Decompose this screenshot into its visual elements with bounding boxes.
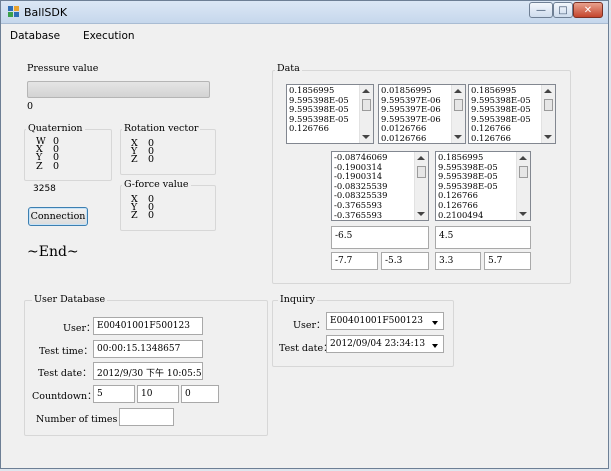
- inquiry-user-select[interactable]: E00401001F500123: [326, 312, 444, 330]
- test-date-label: Test date：: [38, 368, 92, 379]
- countdown-field-2[interactable]: 10: [137, 385, 179, 403]
- scroll-down-icon[interactable]: [454, 135, 462, 139]
- data-small-field-2[interactable]: -5.3: [381, 252, 429, 270]
- pressure-progress-bar: [27, 81, 210, 98]
- inquiry-title: Inquiry: [278, 294, 318, 305]
- rotation-values: 0 0 0: [148, 139, 155, 166]
- data-field-right[interactable]: 4.5: [435, 226, 531, 249]
- scroll-up-icon[interactable]: [519, 156, 527, 160]
- quaternion-axes: W X Y Z: [36, 137, 46, 172]
- scroll-thumb[interactable]: [362, 99, 371, 111]
- counter-value: 3258: [33, 184, 56, 194]
- list-item[interactable]: -0.3765593: [334, 210, 387, 220]
- app-icon: [8, 6, 19, 17]
- list-item[interactable]: 0.126766: [471, 133, 531, 143]
- close-icon: ✕: [583, 4, 593, 16]
- data-list-3[interactable]: 0.1856995 9.595398E-05 9.595398E-05 9.59…: [468, 84, 556, 144]
- list-item[interactable]: 0.126766: [289, 124, 349, 134]
- minimize-button[interactable]: —: [529, 2, 553, 18]
- gforce-values: 0 0 0: [148, 195, 155, 222]
- data-title: Data: [275, 63, 302, 74]
- data-list-1-scrollbar[interactable]: [359, 85, 373, 143]
- maximize-icon: □: [558, 4, 568, 16]
- close-button[interactable]: ✕: [573, 2, 603, 18]
- data-list-5-scrollbar[interactable]: [516, 152, 530, 220]
- chevron-down-icon[interactable]: [432, 344, 438, 348]
- list-item[interactable]: 0.2100494: [438, 210, 498, 220]
- data-list-4[interactable]: -0.08746069 -0.1900314 -0.1900314 -0.083…: [331, 151, 429, 221]
- app-window: BallSDK — □ ✕ Database Execution Pressur…: [0, 0, 609, 469]
- test-time-field[interactable]: 00:00:15.1348657: [93, 340, 203, 358]
- inquiry-test-date-label: Test date：: [279, 343, 333, 354]
- quaternion-z-value: 0: [53, 160, 60, 172]
- data-list-2-scrollbar[interactable]: [451, 85, 465, 143]
- data-list-5[interactable]: 0.1856995 9.595398E-05 9.595398E-05 9.59…: [435, 151, 531, 221]
- rotation-z-value: 0: [148, 154, 155, 166]
- countdown-field-1[interactable]: 5: [93, 385, 135, 403]
- chevron-down-icon[interactable]: [432, 321, 438, 325]
- rotation-title: Rotation vector: [122, 123, 201, 134]
- axis-z: Z: [131, 210, 138, 222]
- scroll-down-icon[interactable]: [417, 212, 425, 216]
- maximize-button[interactable]: □: [553, 2, 573, 18]
- inquiry-group: [272, 300, 454, 367]
- inquiry-user-value: E00401001F500123: [330, 316, 423, 326]
- inquiry-test-date-value: 2012/09/04 23:34:13: [330, 339, 426, 349]
- scroll-up-icon[interactable]: [362, 89, 370, 93]
- scroll-thumb[interactable]: [454, 99, 463, 111]
- scroll-down-icon[interactable]: [544, 135, 552, 139]
- menu-execution[interactable]: Execution: [83, 30, 135, 42]
- menu-bar: Database Execution: [1, 24, 608, 44]
- data-small-field-4[interactable]: 5.7: [484, 252, 531, 270]
- axis-z: Z: [36, 160, 43, 172]
- user-label: User：: [63, 323, 96, 334]
- axis-z: Z: [131, 154, 138, 166]
- list-item[interactable]: 0.0126766: [381, 133, 441, 143]
- menu-database[interactable]: Database: [10, 30, 60, 42]
- gforce-title: G-force value: [122, 179, 191, 190]
- quaternion-title: Quaternion: [26, 123, 85, 134]
- gforce-axes: X Y Z: [131, 195, 138, 222]
- title-bar[interactable]: BallSDK — □ ✕: [1, 1, 608, 24]
- test-date-field[interactable]: 2012/9/30 下午 10:05:59: [93, 362, 203, 380]
- user-database-title: User Database: [32, 294, 108, 305]
- data-field-left[interactable]: -6.5: [331, 226, 429, 249]
- scroll-up-icon[interactable]: [417, 156, 425, 160]
- data-list-2[interactable]: 0.01856995 9.595397E-06 9.595397E-06 9.5…: [378, 84, 466, 144]
- data-list-1[interactable]: 0.1856995 9.595398E-05 9.595398E-05 9.59…: [286, 84, 374, 144]
- quaternion-values: 0 0 0 0: [53, 137, 60, 172]
- pressure-value: 0: [27, 101, 34, 112]
- connection-button[interactable]: Connection: [28, 207, 88, 226]
- countdown-field-3[interactable]: 0: [181, 385, 219, 403]
- number-of-times-label: Number of times：: [36, 414, 127, 425]
- scroll-thumb[interactable]: [417, 166, 426, 178]
- minimize-icon: —: [536, 4, 546, 16]
- user-field[interactable]: E00401001F500123: [93, 317, 203, 335]
- gforce-z-value: 0: [148, 210, 155, 222]
- test-time-label: Test time：: [39, 346, 93, 357]
- number-of-times-field[interactable]: [119, 408, 174, 426]
- inquiry-user-label: User：: [293, 320, 326, 331]
- scroll-down-icon[interactable]: [362, 135, 370, 139]
- scroll-thumb[interactable]: [519, 166, 528, 178]
- status-bar: [1, 451, 608, 468]
- countdown-label: Countdown：: [32, 391, 97, 402]
- data-list-4-scrollbar[interactable]: [414, 152, 428, 220]
- end-label: ~End~: [27, 244, 79, 260]
- scroll-up-icon[interactable]: [544, 89, 552, 93]
- window-title: BallSDK: [24, 6, 68, 19]
- pressure-label: Pressure value: [27, 63, 99, 74]
- scroll-up-icon[interactable]: [454, 89, 462, 93]
- data-small-field-1[interactable]: -7.7: [331, 252, 378, 270]
- data-small-field-3[interactable]: 3.3: [435, 252, 481, 270]
- rotation-axes: X Y Z: [131, 139, 138, 166]
- inquiry-test-date-select[interactable]: 2012/09/04 23:34:13: [326, 335, 444, 353]
- data-list-3-scrollbar[interactable]: [541, 85, 555, 143]
- scroll-thumb[interactable]: [544, 99, 553, 111]
- scroll-down-icon[interactable]: [519, 212, 527, 216]
